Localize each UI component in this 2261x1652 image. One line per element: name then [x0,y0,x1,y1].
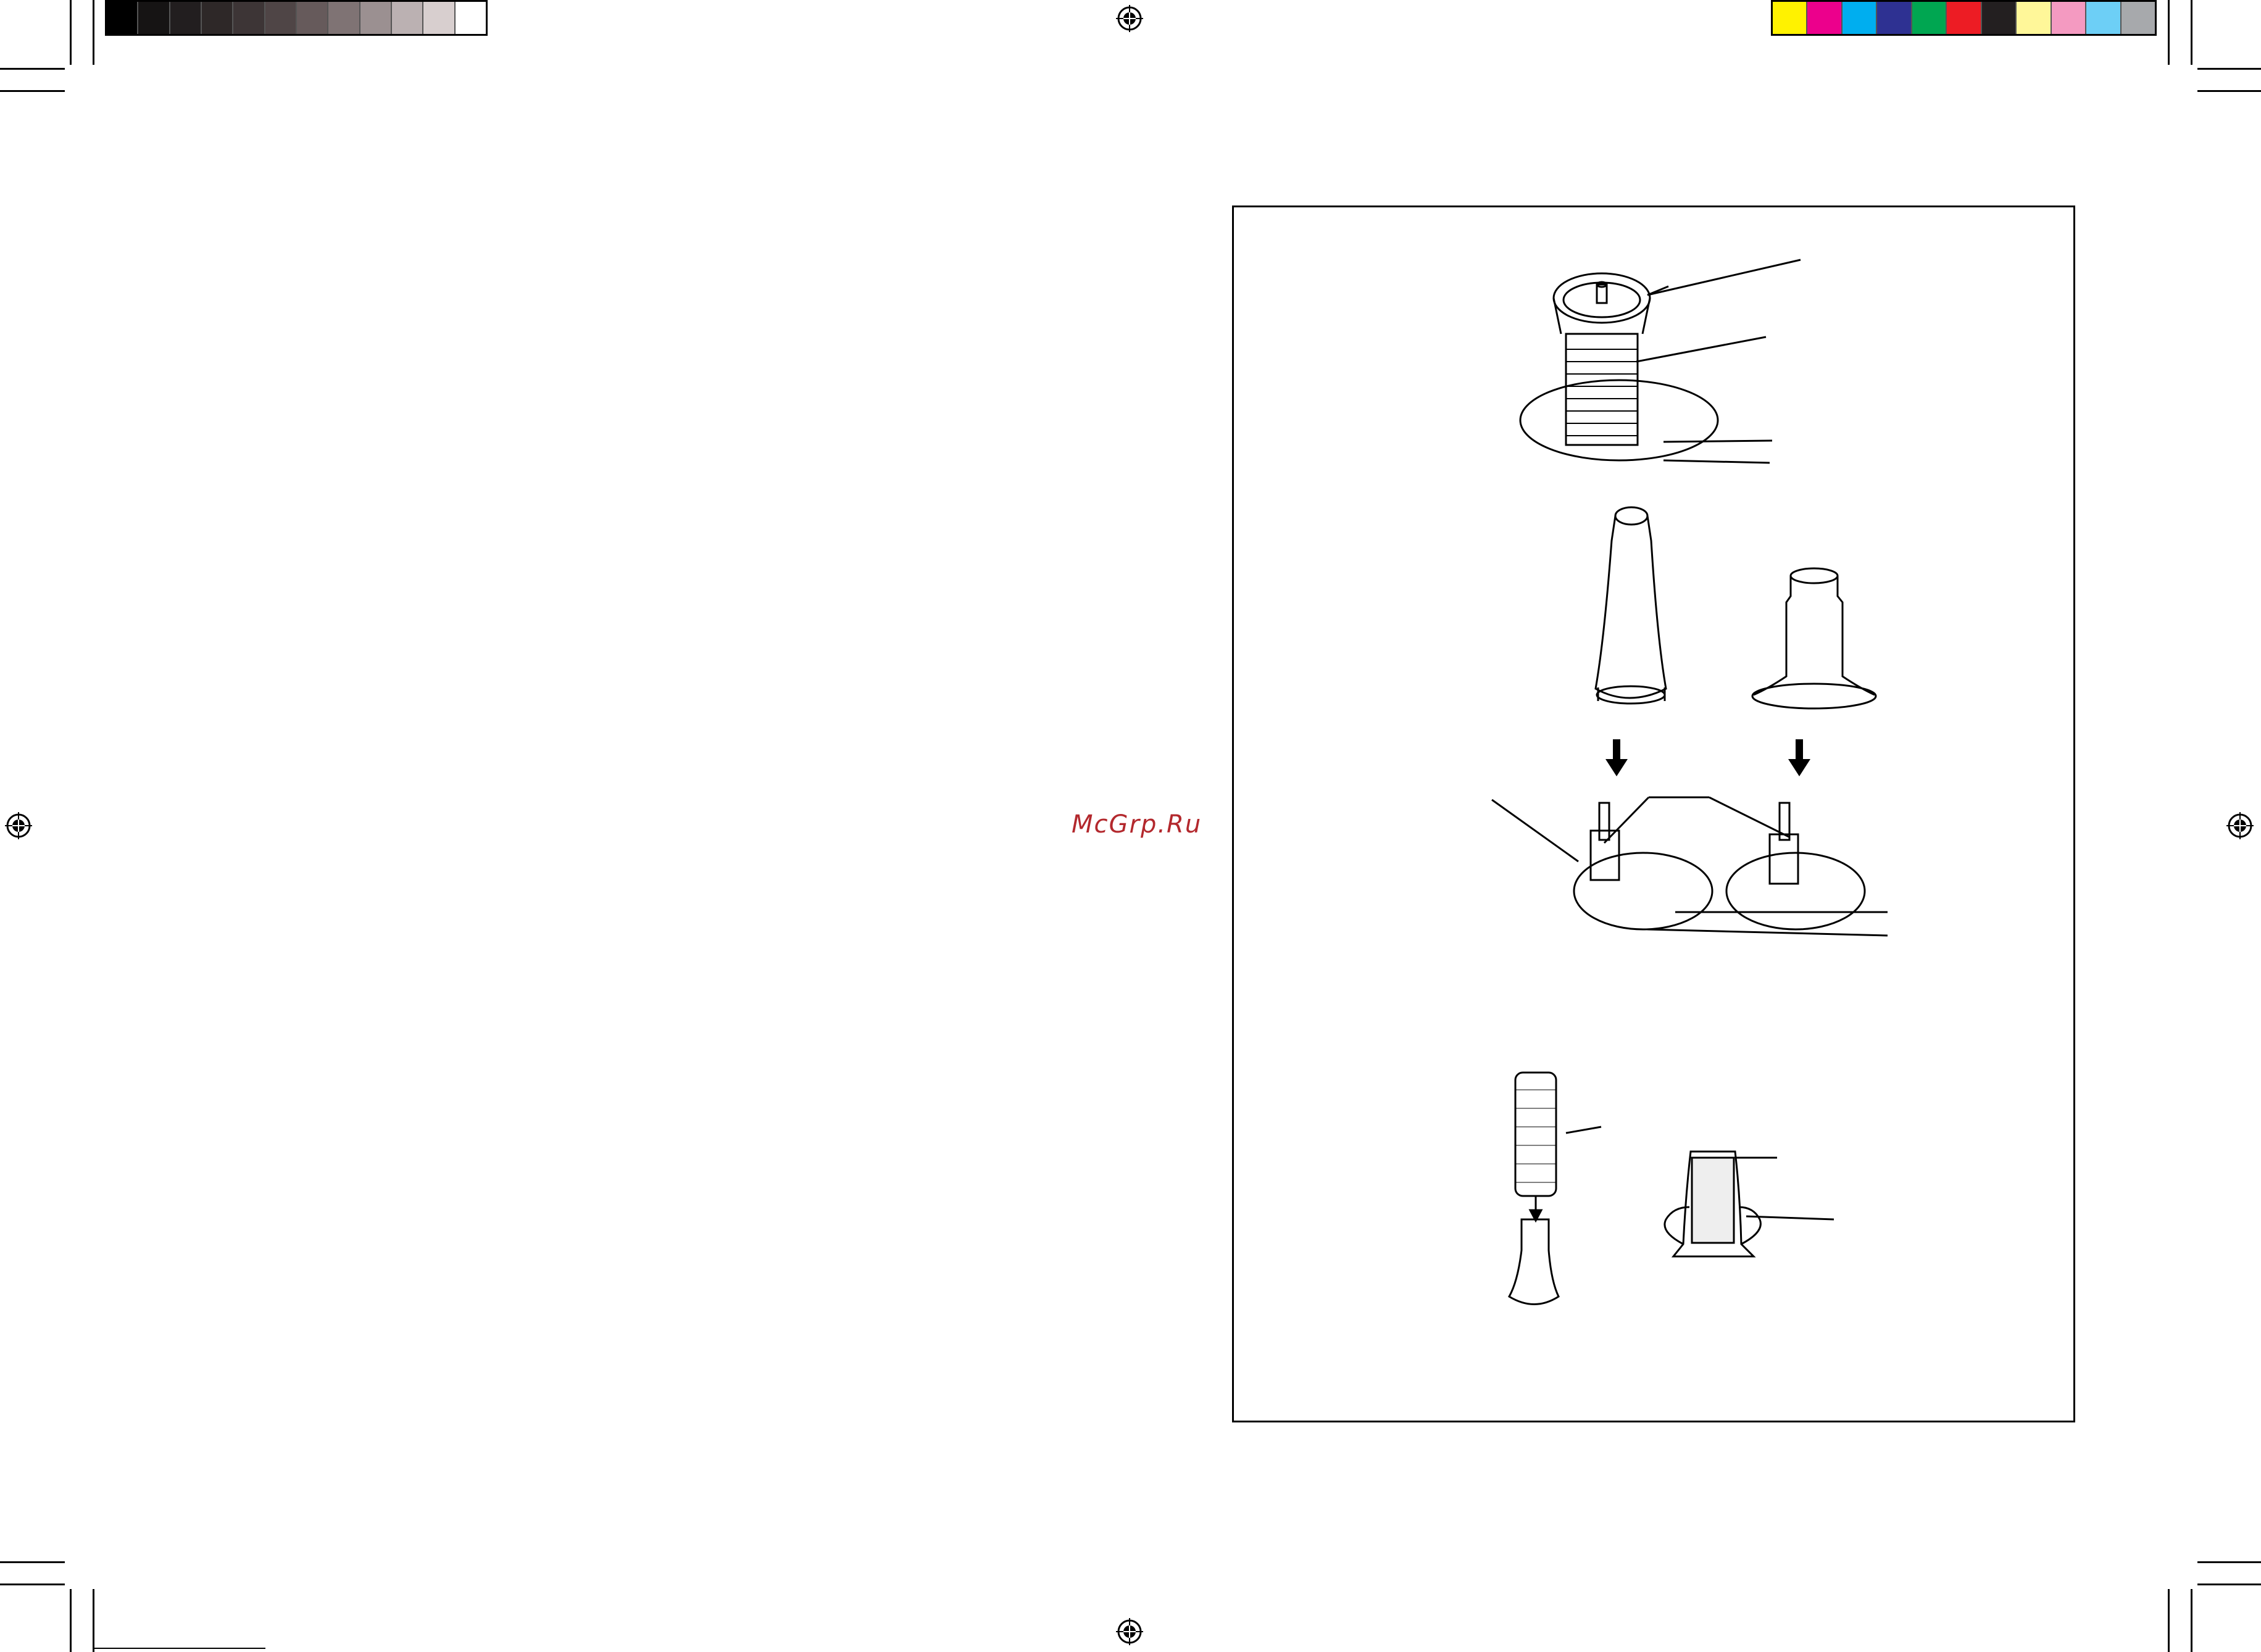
grayscale-swatch-11 [455,2,486,34]
process-swatch-3 [1877,2,1912,34]
registration-mark-top [1116,5,1143,32]
crop-mark-bottom-left-h2 [0,1584,65,1585]
crop-mark-top-right-v [2168,0,2170,65]
down-arrow-icon [1605,739,1810,776]
thread-spool-illustration [1491,259,1888,1305]
grayscale-swatch-8 [360,2,392,34]
crop-mark-top-left-h2 [0,90,65,92]
spool-pin-stand-icon [1491,796,1888,937]
process-swatch-7 [2017,2,2052,34]
process-swatch-4 [1912,2,1947,34]
crop-mark-bottom-right-h2 [2197,1584,2261,1585]
grayscale-swatch-7 [328,2,360,34]
process-swatch-5 [1947,2,1982,34]
registration-mark-right [2226,812,2254,839]
crop-mark-top-left-v [70,0,72,65]
small-thread-spool-icon [1751,567,1877,710]
process-color-bar [1771,0,2157,36]
grayscale-swatch-6 [296,2,329,34]
grayscale-swatch-10 [423,2,456,34]
process-swatch-10 [2121,2,2155,34]
figure-frame [1232,205,2075,1422]
crop-mark-bottom-right-v [2168,1589,2170,1652]
crop-mark-top-left-h [0,68,65,70]
crop-mark-top-right-h2 [2197,90,2261,92]
thread-spool-with-cap-icon [1519,259,1801,464]
process-swatch-2 [1842,2,1878,34]
registration-mark-bottom [1116,1618,1143,1645]
process-swatch-9 [2086,2,2122,34]
crop-mark-bottom-left-v2 [93,1589,94,1652]
crop-mark-bottom-left-v [70,1589,72,1652]
watermark-text: McGrp.Ru [1072,810,1202,839]
cone-thread-spool-icon [1594,506,1667,705]
crop-mark-bottom-left-h [0,1561,65,1563]
crop-mark-top-right-v2 [2191,0,2192,65]
grayscale-swatch-3 [201,2,234,34]
crop-mark-top-left-v2 [93,0,94,65]
process-swatch-1 [1807,2,1843,34]
grayscale-swatch-4 [233,2,265,34]
process-swatch-0 [1773,2,1808,34]
grayscale-swatch-1 [138,2,170,34]
grayscale-swatch-2 [170,2,202,34]
crop-mark-bottom-right-v2 [2191,1589,2192,1652]
grayscale-swatch-5 [265,2,297,34]
crop-mark-bottom-right-h [2197,1561,2261,1563]
bottom-edge-line [93,1648,265,1649]
grayscale-swatch-0 [107,2,139,34]
process-swatch-6 [1981,2,2017,34]
grayscale-swatch-9 [391,2,424,34]
cone-holder-icon [1663,1150,1834,1258]
registration-mark-left [5,812,32,839]
crop-mark-top-right-h [2197,68,2261,70]
process-swatch-8 [2051,2,2087,34]
thread-net-icon [1507,1071,1602,1305]
grayscale-color-bar [105,0,488,36]
